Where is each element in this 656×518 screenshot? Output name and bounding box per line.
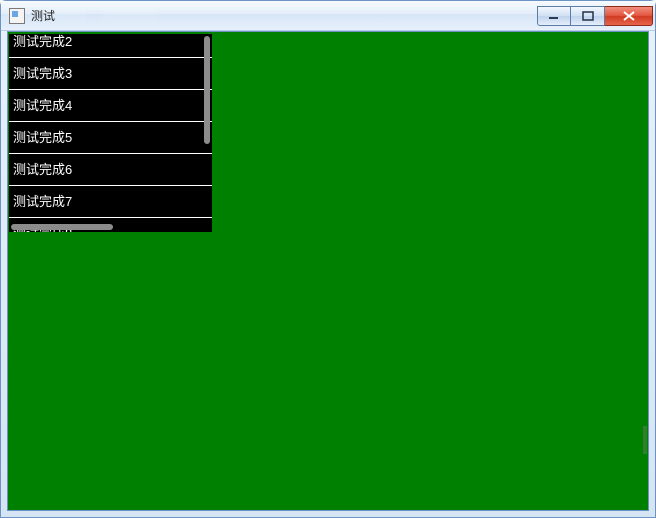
content-area: 测试完成2测试完成3测试完成4测试完成5测试完成6测试完成7测试完成8 <box>7 31 649 511</box>
horizontal-scrollbar-thumb[interactable] <box>11 224 113 230</box>
background-blur <box>55 7 523 25</box>
list-item[interactable]: 测试完成5 <box>9 122 212 154</box>
minimize-button[interactable] <box>537 6 571 26</box>
list-item[interactable]: 测试完成7 <box>9 186 212 218</box>
vertical-scrollbar-thumb[interactable] <box>204 36 210 144</box>
app-window: 测试 <box>0 0 656 518</box>
window-title: 测试 <box>31 7 55 24</box>
maximize-icon <box>582 11 594 21</box>
listbox[interactable]: 测试完成2测试完成3测试完成4测试完成5测试完成6测试完成7测试完成8 <box>9 34 212 232</box>
app-icon <box>9 8 25 24</box>
titlebar[interactable]: 测试 <box>1 1 655 31</box>
minimize-icon <box>548 11 560 21</box>
close-button[interactable] <box>605 6 653 26</box>
list-item[interactable]: 测试完成6 <box>9 154 212 186</box>
list-item[interactable]: 测试完成4 <box>9 90 212 122</box>
window-controls <box>537 6 653 26</box>
list-item[interactable]: 测试完成3 <box>9 58 212 90</box>
resize-grip[interactable] <box>643 426 647 454</box>
list-item[interactable]: 测试完成2 <box>9 34 212 58</box>
close-icon <box>622 11 636 21</box>
maximize-button[interactable] <box>571 6 605 26</box>
